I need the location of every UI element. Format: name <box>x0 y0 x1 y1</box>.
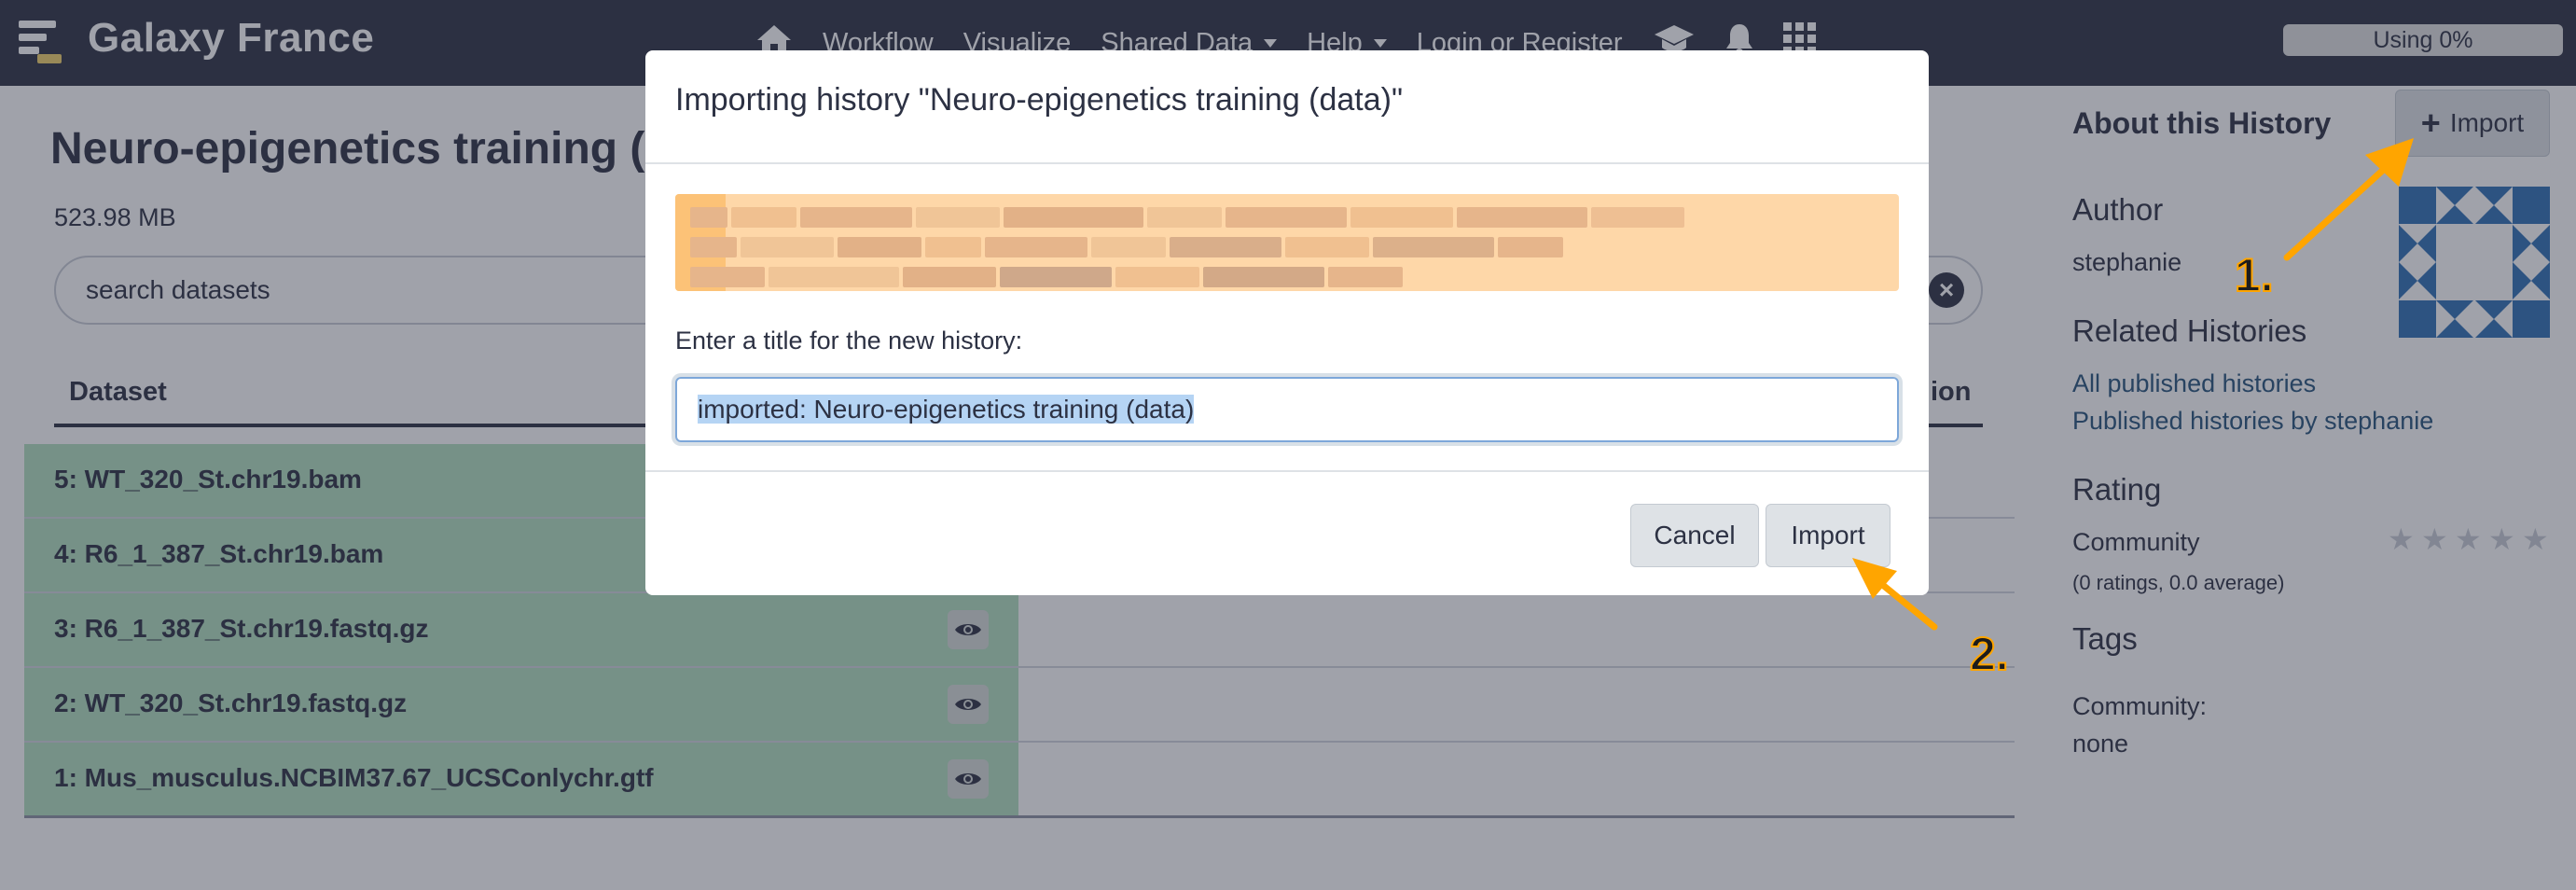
step-1-annotation: 1. <box>2234 248 2275 302</box>
arrow-icon <box>1852 558 1938 631</box>
step-2-annotation: 2. <box>1969 627 2010 681</box>
arrow-icon <box>2283 138 2414 261</box>
tutorial-arrows <box>1852 138 2414 631</box>
